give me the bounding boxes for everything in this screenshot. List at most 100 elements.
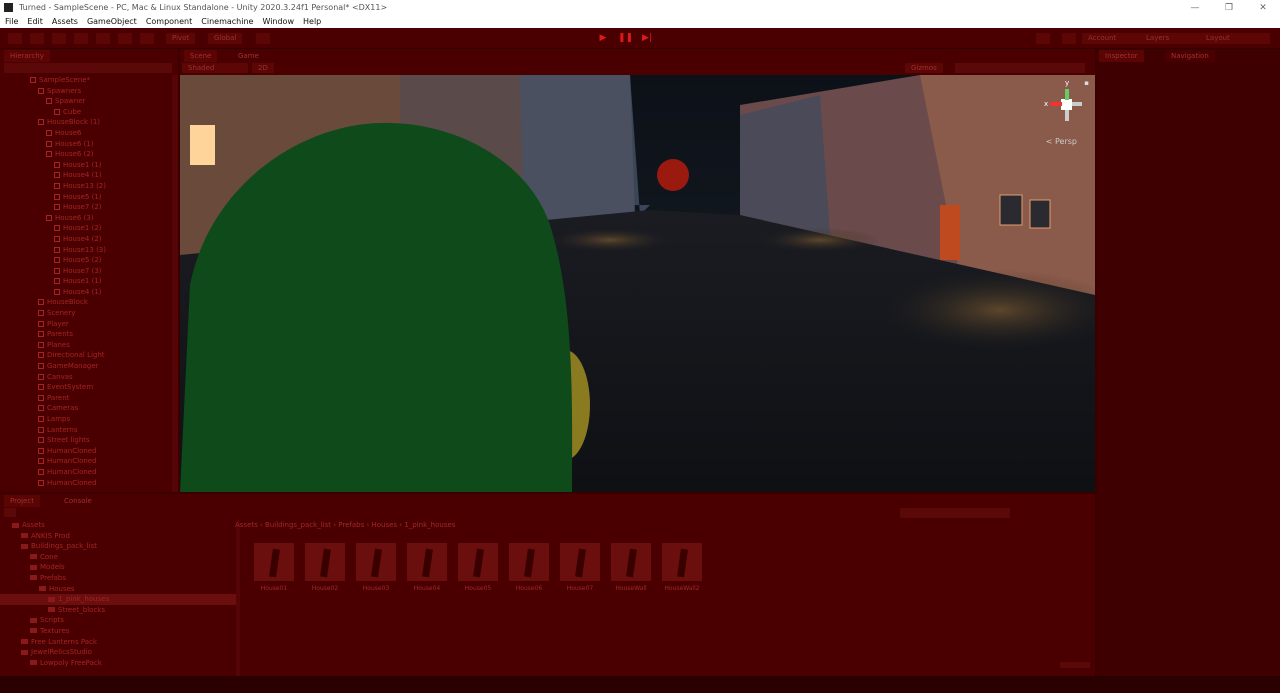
hierarchy-item[interactable]: Lamps	[0, 414, 172, 425]
project-folder-item[interactable]: Prefabs	[0, 573, 236, 584]
scene-search-input[interactable]	[955, 63, 1085, 73]
breadcrumb-item[interactable]: Buildings_pack_list	[265, 521, 331, 529]
hierarchy-item[interactable]: HouseBlock	[0, 297, 172, 308]
project-folder-item[interactable]: Free Lanterns Pack	[0, 637, 236, 648]
hierarchy-item[interactable]: House1 (2)	[0, 223, 172, 234]
hierarchy-item[interactable]: GameManager	[0, 361, 172, 372]
menu-edit[interactable]: Edit	[27, 17, 43, 26]
hierarchy-item[interactable]: House13 (3)	[0, 245, 172, 256]
move-tool-icon[interactable]	[30, 33, 44, 44]
hierarchy-item[interactable]: HumanCloned	[0, 478, 172, 489]
maximize-button[interactable]: ❐	[1212, 3, 1246, 13]
add-asset-button[interactable]	[4, 508, 16, 517]
breadcrumb-item[interactable]: Prefabs	[338, 521, 364, 529]
hierarchy-item[interactable]: House13 (2)	[0, 181, 172, 192]
tab-project[interactable]: Project	[4, 495, 40, 507]
asset-tile[interactable]: House01	[253, 542, 295, 592]
menu-help[interactable]: Help	[303, 17, 321, 26]
hierarchy-item[interactable]: Street lights	[0, 435, 172, 446]
hierarchy-item[interactable]: Parents	[0, 329, 172, 340]
asset-tile[interactable]: HouseWall2	[661, 542, 703, 592]
hierarchy-item[interactable]: Player	[0, 319, 172, 330]
asset-tile[interactable]: House06	[508, 542, 550, 592]
menu-assets[interactable]: Assets	[52, 17, 78, 26]
persp-label[interactable]: < Persp	[1046, 137, 1077, 146]
menu-cinemachine[interactable]: Cinemachine	[201, 17, 253, 26]
hierarchy-item[interactable]: Cameras	[0, 403, 172, 414]
menu-component[interactable]: Component	[146, 17, 192, 26]
zoom-slider[interactable]	[1060, 662, 1090, 668]
hierarchy-item[interactable]: Scenery	[0, 308, 172, 319]
grid-snap-icon[interactable]	[256, 33, 270, 44]
breadcrumb-item[interactable]: 1_pink_houses	[404, 521, 455, 529]
hierarchy-item[interactable]: Spawners	[0, 86, 172, 97]
hierarchy-item[interactable]: House6 (2)	[0, 149, 172, 160]
hierarchy-item[interactable]: SampleScene*	[0, 75, 172, 86]
hierarchy-item[interactable]: Lanterns	[0, 425, 172, 436]
project-folder-item[interactable]: Lowpoly FreePack	[0, 658, 236, 669]
hierarchy-item[interactable]: House6 (3)	[0, 213, 172, 224]
tab-hierarchy[interactable]: Hierarchy	[4, 50, 50, 62]
tab-scene[interactable]: Scene	[184, 50, 218, 62]
layout-dropdown[interactable]: Layout	[1200, 33, 1270, 44]
collab-icon[interactable]	[1036, 33, 1050, 44]
close-button[interactable]: ✕	[1246, 3, 1280, 13]
project-folder-item[interactable]: Textures	[0, 626, 236, 637]
menu-file[interactable]: File	[5, 17, 18, 26]
hierarchy-item[interactable]: House6 (1)	[0, 139, 172, 150]
project-folder-item[interactable]: Street_blocks	[0, 605, 236, 616]
breadcrumb-item[interactable]: Assets	[235, 521, 258, 529]
hierarchy-search-input[interactable]	[4, 63, 172, 73]
hierarchy-item[interactable]: HumanCloned	[0, 446, 172, 457]
orientation-gizmo[interactable]: y x	[1044, 79, 1087, 131]
cloud-icon[interactable]	[1062, 33, 1076, 44]
project-folder-item[interactable]: Scripts	[0, 615, 236, 626]
hierarchy-item[interactable]: House4 (1)	[0, 170, 172, 181]
asset-tile[interactable]: House02	[304, 542, 346, 592]
hierarchy-item[interactable]: Planes	[0, 340, 172, 351]
account-dropdown[interactable]: Account	[1082, 33, 1142, 44]
hierarchy-item[interactable]: HumanCloned	[0, 456, 172, 467]
play-icon[interactable]: ▶	[596, 32, 610, 45]
hierarchy-item[interactable]: House1 (1)	[0, 160, 172, 171]
asset-tile[interactable]: House04	[406, 542, 448, 592]
hierarchy-item[interactable]: HouseBlock (1)	[0, 117, 172, 128]
project-folder-item[interactable]: JewelRelicsStudio	[0, 647, 236, 658]
hierarchy-item[interactable]: House5 (2)	[0, 255, 172, 266]
custom-tool-icon[interactable]	[140, 33, 154, 44]
breadcrumb-item[interactable]: Houses	[371, 521, 397, 529]
pause-icon[interactable]: ❚❚	[618, 32, 633, 45]
2d-toggle[interactable]: 2D	[252, 63, 274, 73]
menu-gameobject[interactable]: GameObject	[87, 17, 137, 26]
hierarchy-item[interactable]: House5 (1)	[0, 192, 172, 203]
project-folder-item[interactable]: Assets	[0, 520, 236, 531]
hierarchy-item[interactable]: House7 (2)	[0, 202, 172, 213]
hierarchy-item[interactable]: Spawner	[0, 96, 172, 107]
hierarchy-item[interactable]: Cube	[0, 107, 172, 118]
project-folder-item[interactable]: Cone	[0, 552, 236, 563]
tab-navigation[interactable]: Navigation	[1165, 50, 1215, 62]
asset-tile[interactable]: House05	[457, 542, 499, 592]
menu-window[interactable]: Window	[262, 17, 294, 26]
lock-icon[interactable]: ▪	[1084, 79, 1089, 87]
asset-tile[interactable]: House03	[355, 542, 397, 592]
asset-tile[interactable]: HouseWall	[610, 542, 652, 592]
hierarchy-item[interactable]: HumanCloned	[0, 467, 172, 478]
transform-tool-icon[interactable]	[118, 33, 132, 44]
rotate-tool-icon[interactable]	[52, 33, 66, 44]
project-folder-item[interactable]: Houses	[0, 584, 236, 595]
pivot-toggle[interactable]: Pivot	[166, 33, 196, 44]
project-folder-item[interactable]: Buildings_pack_list	[0, 541, 236, 552]
hierarchy-item[interactable]: House4 (1)	[0, 287, 172, 298]
scene-view[interactable]: y x ▪ < Persp	[180, 75, 1095, 492]
tab-game[interactable]: Game	[232, 50, 265, 62]
project-folder-item[interactable]: ANKIS Prod	[0, 531, 236, 542]
gizmos-dropdown[interactable]: Gizmos	[905, 63, 943, 73]
tab-console[interactable]: Console	[58, 495, 98, 507]
hierarchy-item[interactable]: Directional Light	[0, 350, 172, 361]
hierarchy-item[interactable]: Canvas	[0, 372, 172, 383]
rect-tool-icon[interactable]	[96, 33, 110, 44]
project-folder-item[interactable]: 1_pink_houses	[0, 594, 236, 605]
project-search-input[interactable]	[900, 508, 1010, 518]
hierarchy-item[interactable]: House1 (1)	[0, 276, 172, 287]
